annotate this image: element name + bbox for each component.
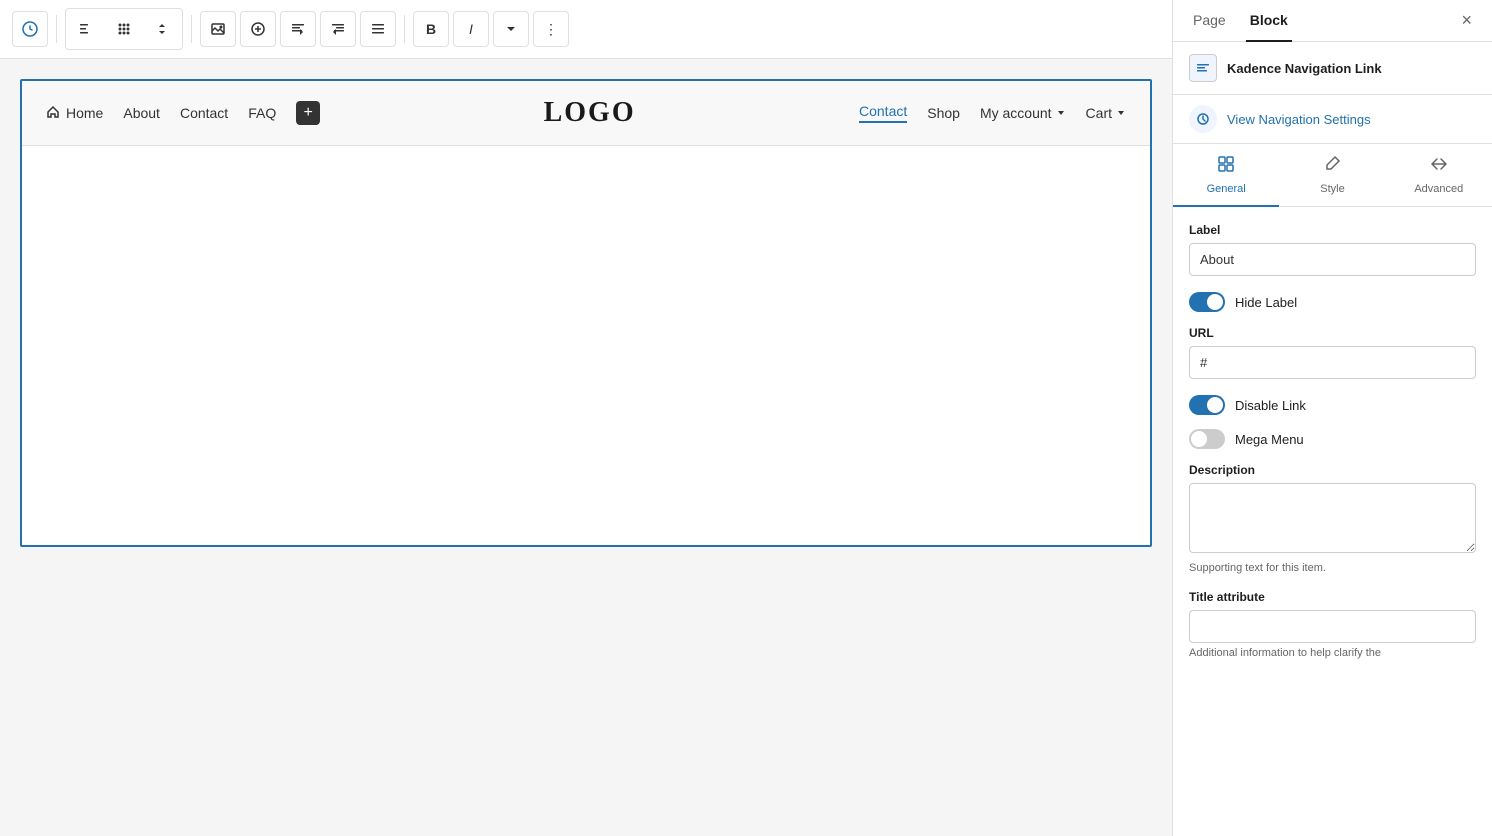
add-button[interactable] xyxy=(240,11,276,47)
nav-faq-link[interactable]: FAQ xyxy=(248,105,276,121)
mega-menu-toggle[interactable] xyxy=(1189,429,1225,449)
label-input[interactable] xyxy=(1189,243,1476,276)
hide-label-toggle[interactable] xyxy=(1189,292,1225,312)
general-tab-label: General xyxy=(1207,183,1246,195)
style-tab-icon xyxy=(1322,154,1342,179)
label-form-group: Label xyxy=(1189,223,1476,276)
style-tab-label: Style xyxy=(1320,183,1344,195)
description-form-group: Description Supporting text for this ite… xyxy=(1189,463,1476,574)
nav-cart-link[interactable]: Cart xyxy=(1086,105,1126,121)
mega-menu-toggle-row: Mega Menu xyxy=(1189,429,1476,449)
nav-left: Home About Contact FAQ + xyxy=(46,101,320,125)
mega-menu-toggle-label: Mega Menu xyxy=(1235,432,1304,447)
url-input[interactable] xyxy=(1189,346,1476,379)
sidebar-header: Page Block × xyxy=(1173,0,1492,42)
nav-cart-label: Cart xyxy=(1086,105,1112,121)
nav-logo: LOGO xyxy=(320,97,859,129)
cart-chevron-icon xyxy=(1116,105,1126,121)
close-button[interactable]: × xyxy=(1457,6,1476,35)
more-options-button[interactable]: ⋮ xyxy=(533,11,569,47)
tab-page[interactable]: Page xyxy=(1189,0,1230,42)
grid-button[interactable] xyxy=(106,11,142,47)
text-right-button[interactable] xyxy=(320,11,356,47)
disable-link-toggle-label: Disable Link xyxy=(1235,398,1306,413)
kadence-nav-link-row: Kadence Navigation Link xyxy=(1173,42,1492,95)
image-button[interactable] xyxy=(200,11,236,47)
tab-style[interactable]: Style xyxy=(1279,144,1385,207)
sidebar-content: Label Hide Label URL Disable Link Mega M… xyxy=(1173,207,1492,836)
hide-label-toggle-label: Hide Label xyxy=(1235,295,1297,310)
description-field-label: Description xyxy=(1189,463,1476,477)
advanced-tab-icon xyxy=(1429,154,1449,179)
nav-add-button[interactable]: + xyxy=(296,101,320,125)
disable-link-toggle-row: Disable Link xyxy=(1189,395,1476,415)
url-form-group: URL xyxy=(1189,326,1476,379)
nav-right: Contact Shop My account Cart xyxy=(859,103,1126,123)
my-account-chevron-icon xyxy=(1056,105,1066,121)
preview-area: Home About Contact FAQ + LOGO xyxy=(0,59,1172,836)
toolbar-group-1 xyxy=(65,8,183,50)
block-settings-tabs: General Style Advanced xyxy=(1173,144,1492,207)
nav-contact-label: Contact xyxy=(180,105,228,121)
nav-my-account-label: My account xyxy=(980,105,1052,121)
nav-settings-icon xyxy=(1189,105,1217,133)
pen-button[interactable] xyxy=(12,11,48,47)
text-left-button[interactable] xyxy=(280,11,316,47)
title-attribute-helper: Additional information to help clarify t… xyxy=(1189,647,1476,659)
nav-my-account-link[interactable]: My account xyxy=(980,105,1066,121)
description-helper: Supporting text for this item. xyxy=(1189,562,1476,574)
toolbar-sep-3 xyxy=(404,15,405,43)
sidebar-tabs: Page Block xyxy=(1189,0,1292,41)
editor-toolbar: B I ⋮ xyxy=(0,0,1172,59)
nav-contact-right-label: Contact xyxy=(859,103,907,119)
kadence-label: Kadence Navigation Link xyxy=(1227,61,1382,76)
indent-button[interactable] xyxy=(68,11,104,47)
tab-general[interactable]: General xyxy=(1173,144,1279,207)
nav-home-label: Home xyxy=(66,105,103,121)
toolbar-sep-1 xyxy=(56,15,57,43)
advanced-tab-label: Advanced xyxy=(1414,183,1463,195)
view-navigation-settings-label: View Navigation Settings xyxy=(1227,112,1371,127)
italic-button[interactable]: I xyxy=(453,11,489,47)
description-textarea[interactable] xyxy=(1189,483,1476,553)
preview-canvas xyxy=(22,145,1150,545)
kadence-icon xyxy=(1189,54,1217,82)
view-navigation-settings-row[interactable]: View Navigation Settings xyxy=(1173,95,1492,144)
title-attribute-form-group: Title attribute Additional information t… xyxy=(1189,590,1476,659)
title-attribute-input[interactable] xyxy=(1189,610,1476,643)
tab-advanced[interactable]: Advanced xyxy=(1386,144,1492,207)
nav-faq-label: FAQ xyxy=(248,105,276,121)
home-icon xyxy=(46,105,60,122)
nav-shop-label: Shop xyxy=(927,105,960,121)
nav-bar: Home About Contact FAQ + LOGO xyxy=(22,81,1150,145)
disable-link-toggle[interactable] xyxy=(1189,395,1225,415)
nav-about-link[interactable]: About xyxy=(123,105,160,121)
toolbar-sep-2 xyxy=(191,15,192,43)
sidebar-panel: Page Block × Kadence Navigation Link xyxy=(1172,0,1492,836)
preview-block: Home About Contact FAQ + LOGO xyxy=(20,79,1152,547)
hide-label-toggle-row: Hide Label xyxy=(1189,292,1476,312)
bold-button[interactable]: B xyxy=(413,11,449,47)
general-tab-icon xyxy=(1216,154,1236,179)
nav-contact-link[interactable]: Contact xyxy=(180,105,228,121)
title-attribute-label: Title attribute xyxy=(1189,590,1476,604)
canvas-area: B I ⋮ xyxy=(0,0,1172,836)
nav-home-link[interactable]: Home xyxy=(46,105,103,122)
move-updown-button[interactable] xyxy=(144,11,180,47)
nav-contact-right-link[interactable]: Contact xyxy=(859,103,907,123)
nav-about-label: About xyxy=(123,105,160,121)
align-button[interactable] xyxy=(360,11,396,47)
nav-shop-link[interactable]: Shop xyxy=(927,105,960,121)
dropdown-button[interactable] xyxy=(493,11,529,47)
url-field-label: URL xyxy=(1189,326,1476,340)
tab-block[interactable]: Block xyxy=(1246,0,1292,42)
label-field-label: Label xyxy=(1189,223,1476,237)
